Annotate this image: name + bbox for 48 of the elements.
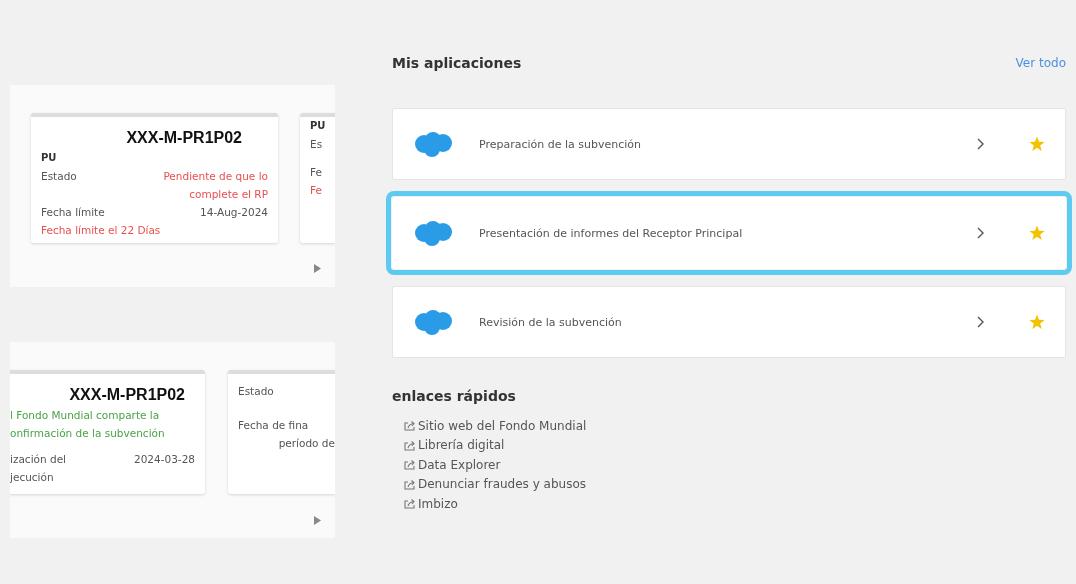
field-value: 2024-03-28	[133, 452, 195, 467]
star-icon[interactable]	[1029, 314, 1045, 330]
quick-link[interactable]: Imbizo	[418, 496, 458, 511]
card-type: PU	[41, 151, 57, 165]
scroll-right-icon[interactable]	[314, 516, 321, 525]
app-name: Preparación de la subvención	[479, 137, 643, 151]
cloud-icon	[413, 219, 453, 247]
external-link-icon[interactable]	[404, 498, 416, 510]
status-text: Pendiente de que lo complete el RP	[162, 169, 268, 202]
field-label: Es	[310, 137, 323, 152]
quick-link[interactable]: Data Explorer	[418, 457, 501, 472]
field-label: jecución	[10, 470, 54, 485]
star-icon[interactable]	[1029, 136, 1045, 152]
chevron-right-icon[interactable]	[977, 227, 985, 239]
field-label: Fecha de fina	[238, 418, 309, 433]
quick-link[interactable]: Librería digital	[418, 438, 505, 453]
field-value: 14-Aug-2024	[200, 205, 268, 220]
status-text: l Fondo Mundial comparte la	[10, 408, 160, 423]
cloud-icon	[413, 308, 453, 336]
field-label: Fe	[310, 165, 322, 180]
external-link-icon[interactable]	[404, 478, 416, 490]
field-label: ización del	[10, 452, 66, 467]
card-type: PU	[310, 119, 326, 133]
star-icon[interactable]	[1029, 225, 1045, 241]
chevron-right-icon[interactable]	[977, 138, 985, 150]
card-title: XXX-M-PR1P02	[125, 128, 243, 148]
section-title: Mis aplicaciones	[392, 55, 522, 71]
quick-link[interactable]: Denunciar fraudes y abusos	[418, 477, 586, 492]
chevron-right-icon[interactable]	[977, 316, 985, 328]
app-name: Revisión de la subvención	[479, 315, 623, 329]
section-title: enlaces rápidos	[392, 388, 517, 404]
external-link-icon[interactable]	[404, 439, 416, 451]
status-text: onfirmación de la subvención	[10, 426, 165, 441]
field-label: Fecha límite	[41, 205, 105, 220]
quick-link[interactable]: Sitio web del Fondo Mundial	[418, 418, 587, 433]
external-link-icon[interactable]	[404, 420, 416, 432]
field-label: Estado	[41, 169, 77, 184]
cloud-icon	[413, 130, 453, 158]
field-label: Estado	[238, 384, 274, 399]
app-item[interactable]: Preparación de la subvención	[392, 108, 1066, 180]
app-item[interactable]: Revisión de la subvención	[392, 286, 1066, 358]
external-link-icon[interactable]	[404, 459, 416, 471]
status-text: Fecha límite el 22 Días	[41, 223, 161, 238]
status-text: Fe	[310, 183, 322, 198]
card-title: XXX-M-PR1P02	[68, 385, 186, 405]
app-name: Presentación de informes del Receptor Principal	[479, 226, 744, 240]
scroll-right-icon[interactable]	[314, 264, 321, 273]
field-value: período de	[278, 436, 335, 451]
